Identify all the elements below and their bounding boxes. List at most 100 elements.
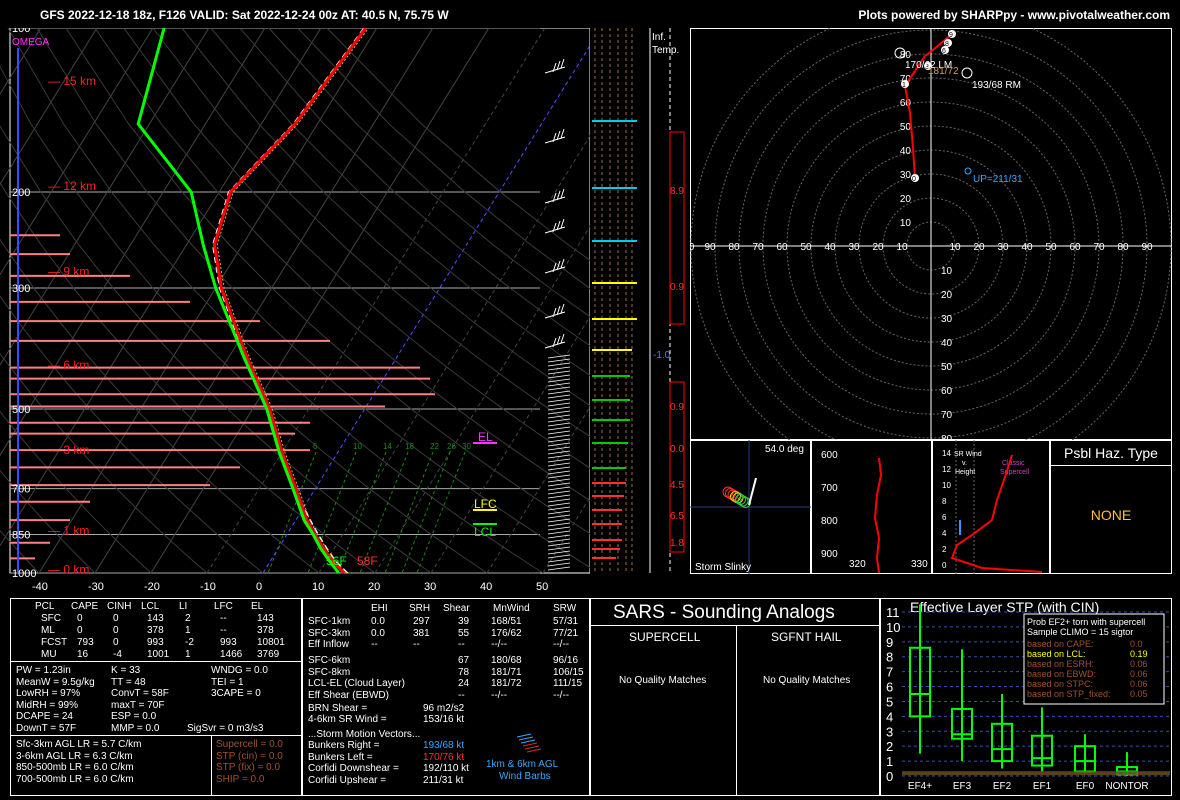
pressure-label: 500 [12, 404, 30, 416]
stp-y-label: 11 [886, 605, 900, 620]
stp-category: EF1 [1033, 781, 1052, 792]
severe-param: STP (cin) = 0.0 [216, 750, 283, 762]
smv-label: Corfidi Downshear = [308, 763, 399, 774]
thermo-stat: MidRH = 99% [16, 699, 78, 711]
kin-cell: SFC-1km [308, 616, 351, 627]
thermo-cell: -4 [113, 649, 122, 660]
mixing-ratio-label: 14 [383, 442, 392, 451]
wind-barb-tick [547, 534, 571, 539]
thermo-header: LI [179, 601, 188, 612]
hodo-height-label: 1 [902, 82, 906, 89]
brn-label: BRN Shear = [308, 703, 368, 714]
thermo-stat: TT = 48 [111, 676, 146, 688]
wind-barb-tick [547, 466, 571, 471]
srwind-y-label: 14 [942, 449, 951, 458]
pressure-label: 700 [12, 484, 30, 496]
thermo-header: CAPE [71, 601, 99, 612]
barb-legend: Wind Barbs [499, 771, 551, 782]
wind-barb-tick [547, 362, 571, 367]
slinky-deg: 54.0 deg [765, 444, 804, 455]
brn-value: 96 m2/s2 [423, 703, 465, 714]
wind-barb-tick [547, 398, 571, 403]
thetae-y-label: 600 [821, 450, 838, 461]
thermo-header: LCL [141, 601, 160, 612]
wind-barb-tick [547, 458, 571, 463]
hodo-ring-label: 40 [900, 146, 912, 157]
hodo-ring-label: 70 [752, 242, 764, 253]
kinematics-panel: EHI SRH Shear MnWind SRW SFC-1km 0.0 297 39 168/5… [302, 598, 590, 796]
wind-barb-tick [547, 518, 571, 523]
stp-y-label: 8 [886, 650, 893, 665]
stp-y-label: 0 [886, 769, 893, 784]
hodo-ring-label: 20 [941, 290, 953, 301]
srwind-y-label: 8 [942, 497, 947, 506]
thermo-stat: TEI = 1 [211, 676, 244, 688]
wind-barb-tick [547, 406, 571, 411]
thermo-header: EL [251, 601, 264, 612]
kin-cell: SFC-3km [308, 627, 351, 639]
height-label: — 9 km [48, 265, 89, 279]
hodo-ring-label: 10 [900, 218, 912, 229]
thermo-cell: 0 [113, 637, 119, 648]
wind-barb-tick [547, 430, 571, 435]
kin-barb-icon [516, 733, 542, 753]
wind-barb-tick [547, 450, 571, 455]
wind-barb-tick [547, 486, 571, 491]
hazard-type-panel: Psbl Haz. Type NONE [1050, 440, 1172, 574]
wind-barb-tick [547, 410, 571, 415]
pressure-label: 100 [12, 28, 30, 35]
wind-barb-tick [547, 542, 571, 547]
kin-cell: Eff Shear (EBWD) [308, 689, 389, 701]
stp-legend-label: based on LCL: [1027, 649, 1086, 659]
kin-barb-tick [526, 748, 542, 753]
severe-param: SHIP = 0.0 [216, 773, 265, 785]
hodo-ring-label: 70 [1093, 242, 1105, 253]
wind-barb-tick [547, 382, 571, 387]
kin-cell: -- [371, 639, 378, 650]
temperature-tick: -30 [88, 581, 104, 593]
wind-barb-tick [547, 422, 571, 427]
thermo-cell: -2 [185, 637, 194, 648]
kin-cell: 106/15 [553, 666, 584, 678]
slinky-label: Storm Slinky [695, 562, 751, 573]
thermo-cell: 0 [77, 625, 83, 636]
thermo-stat: 3CAPE = 0 [211, 688, 261, 699]
hodo-ring-label: 10 [941, 266, 953, 277]
srwind-y-label: 0 [942, 561, 947, 570]
el-label: EL [478, 430, 493, 444]
kin-cell: 180/68 [491, 655, 522, 666]
kin-cell: 24 [458, 678, 470, 689]
kin-cell: 67 [458, 655, 470, 666]
wind-barb-tick [547, 522, 571, 527]
hodo-ring-label: 90 [1141, 242, 1153, 253]
inf-temp-value: 0.9 [670, 402, 684, 413]
kin-cell: 176/62 [491, 627, 522, 639]
hodo-ring-label: 80 [1117, 242, 1129, 253]
thermo-cell: 0 [77, 613, 83, 624]
wind-barb-tick [547, 550, 571, 555]
srwind-y-label: 10 [942, 481, 951, 490]
thermo-header: CINH [107, 601, 132, 612]
kin-barb-tick [520, 739, 536, 744]
srwind-classic: Classic [1002, 460, 1025, 467]
wind-barb-tick [547, 414, 571, 419]
kin-cell: SFC-6km [308, 655, 351, 666]
wind-barb-tick [547, 358, 571, 363]
srwind-classic: Supercell [1000, 469, 1030, 476]
skewt-plot: 1002003005007008501000— 15 km— 12 km— 9 … [0, 28, 590, 593]
height-label: — 1 km [48, 523, 89, 537]
wind-barb [544, 188, 566, 204]
thermo-cell: 993 [220, 637, 237, 648]
temperature-tick: 30 [424, 581, 436, 593]
wind-barb-tick [547, 502, 571, 507]
stp-boxplot: Effective Layer STP (with CIN) 0123456789… [880, 598, 1172, 796]
temperature-tick: 0 [256, 581, 262, 593]
hodograph: 10 10101020 20202030 30303040 40404050 505050… [690, 28, 1172, 440]
rm-label: 193/68 RM [972, 80, 1021, 91]
temperature-tick: 50 [536, 581, 548, 593]
thermo-cell: 1466 [220, 649, 243, 660]
thermo-cell: 0 [113, 613, 119, 624]
stp-title: Effective Layer STP (with CIN) [910, 599, 1099, 615]
height-label: — 0 km [48, 562, 89, 576]
kin-cell: --/-- [491, 689, 508, 701]
